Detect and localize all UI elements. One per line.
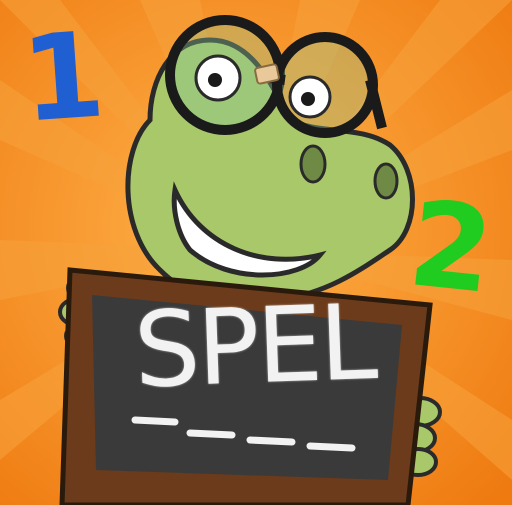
chalkboard-word: SPEL [131,281,377,412]
dinosaur-icon [125,15,415,307]
app-icon-artwork: 1 2 SPEL [0,0,512,505]
number-one-label: 1 [17,5,109,149]
number-two-label: 2 [403,174,500,320]
